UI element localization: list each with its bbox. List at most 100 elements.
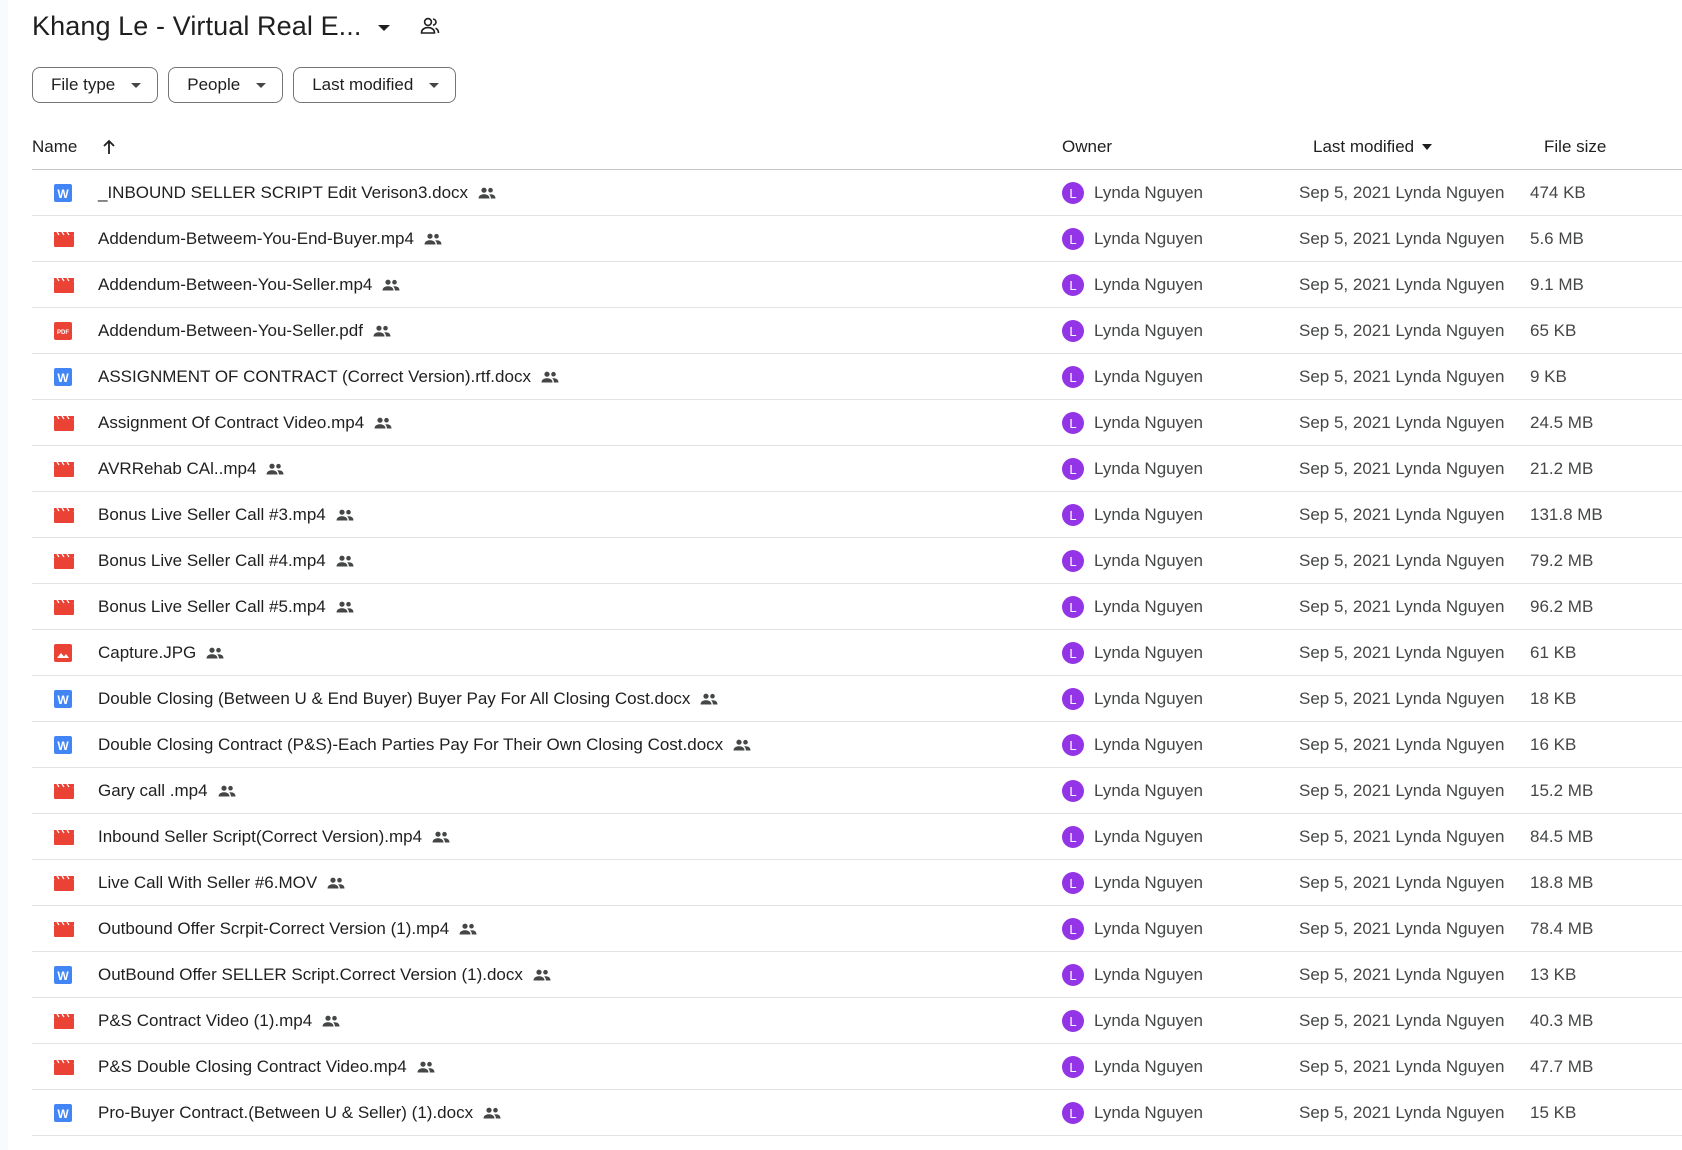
file-name[interactable]: Gary call .mp4: [98, 768, 236, 814]
file-owner: L Lynda Nguyen: [1062, 1044, 1203, 1090]
last-modified-filter-label: Last modified: [312, 75, 414, 94]
shared-folder-icon[interactable]: [420, 17, 440, 35]
file-row[interactable]: Gary call .mp4 L Lynda Nguyen Sep 5, 2021 L…: [32, 768, 1682, 814]
owner-name: Lynda Nguyen: [1094, 551, 1204, 570]
file-size: 15 KB: [1530, 1103, 1577, 1122]
file-row[interactable]: W _INBOUND SELLER SCRIPT Edit Verison3.do…: [32, 170, 1682, 216]
file-row[interactable]: W Double Closing (Between U & End Buyer) …: [32, 676, 1682, 722]
sort-dropdown-icon[interactable]: [1422, 144, 1433, 150]
file-row[interactable]: Bonus Live Seller Call #5.mp4 L Lynda Nguy…: [32, 584, 1682, 630]
file-row[interactable]: Capture.JPG L Lynda Nguyen Sep 5, 2021 Lynd…: [32, 630, 1682, 676]
file-last-modified: Sep 5, 2021 Lynda Nguyen: [1299, 827, 1505, 846]
file-name-text: _INBOUND SELLER SCRIPT Edit Verison3.doc…: [98, 183, 469, 202]
svg-text:W: W: [57, 693, 69, 707]
file-row[interactable]: W ASSIGNMENT OF CONTRACT (Correct Version…: [32, 354, 1682, 400]
file-name[interactable]: OutBound Offer SELLER Script.Correct Ver…: [98, 952, 551, 998]
folder-title[interactable]: Khang Le - Virtual Real E...: [32, 11, 362, 42]
file-last-modified: Sep 5, 2021 Lynda Nguyen: [1299, 183, 1505, 202]
file-name-text: Live Call With Seller #6.MOV: [98, 873, 318, 892]
file-row[interactable]: Live Call With Seller #6.MOV L Lynda Nguye…: [32, 860, 1682, 906]
shared-people-icon: [459, 923, 477, 935]
filter-bar: File type People Last modified: [32, 67, 457, 103]
column-header-owner[interactable]: Owner: [1062, 126, 1112, 168]
file-owner: L Lynda Nguyen: [1062, 446, 1203, 492]
column-last-modified-label: Last modified: [1313, 137, 1415, 156]
file-name[interactable]: Bonus Live Seller Call #5.mp4: [98, 584, 354, 630]
file-row[interactable]: Outbound Offer Scrpit-Correct Version (1…: [32, 906, 1682, 952]
column-header-last-modified[interactable]: Last modified: [1313, 126, 1433, 168]
sort-ascending-icon[interactable]: [101, 138, 117, 156]
file-name[interactable]: Inbound Seller Script(Correct Version).m…: [98, 814, 450, 860]
column-header-file-size[interactable]: File size: [1544, 126, 1606, 168]
folder-menu-dropdown-icon[interactable]: [377, 24, 390, 31]
file-row[interactable]: Addendum-Between-You-Seller.mp4 L Lynda Ng…: [32, 262, 1682, 308]
file-name[interactable]: Capture.JPG: [98, 630, 224, 676]
file-name[interactable]: P&S Double Closing Contract Video.mp4: [98, 1044, 435, 1090]
file-row[interactable]: Addendum-Betweem-You-End-Buyer.mp4 L Lynda…: [32, 216, 1682, 262]
file-name[interactable]: Double Closing Contract (P&S)-Each Parti…: [98, 722, 751, 768]
file-owner: L Lynda Nguyen: [1062, 584, 1203, 630]
video-file-icon: [54, 492, 74, 538]
column-header-name[interactable]: Name: [32, 126, 117, 168]
file-name[interactable]: ASSIGNMENT OF CONTRACT (Correct Version)…: [98, 354, 559, 400]
owner-name: Lynda Nguyen: [1094, 229, 1204, 248]
shared-people-icon: [733, 739, 751, 751]
file-row[interactable]: W Double Closing Contract (P&S)-Each Part…: [32, 722, 1682, 768]
owner-avatar: L: [1062, 274, 1084, 296]
people-filter[interactable]: People: [168, 67, 284, 103]
file-name[interactable]: Outbound Offer Scrpit-Correct Version (1…: [98, 906, 477, 952]
owner-name: Lynda Nguyen: [1094, 735, 1204, 754]
file-name[interactable]: AVRRehab CAl..mp4: [98, 446, 284, 492]
file-size: 78.4 MB: [1530, 919, 1594, 938]
file-name-text: OutBound Offer SELLER Script.Correct Ver…: [98, 965, 523, 984]
file-row[interactable]: P&S Contract Video (1).mp4 L Lynda Nguyen S…: [32, 998, 1682, 1044]
shared-people-icon: [432, 831, 450, 843]
file-type-filter[interactable]: File type: [32, 67, 159, 103]
file-name[interactable]: Addendum-Betweem-You-End-Buyer.mp4: [98, 216, 442, 262]
last-modified-filter[interactable]: Last modified: [293, 67, 457, 103]
file-name[interactable]: _INBOUND SELLER SCRIPT Edit Verison3.doc…: [98, 170, 496, 216]
owner-avatar: L: [1062, 182, 1084, 204]
file-last-modified: Sep 5, 2021 Lynda Nguyen: [1299, 1103, 1505, 1122]
file-name[interactable]: Double Closing (Between U & End Buyer) B…: [98, 676, 718, 722]
video-file-icon: [54, 814, 74, 860]
file-name[interactable]: Addendum-Between-You-Seller.pdf: [98, 308, 391, 354]
shared-people-icon: [541, 371, 559, 383]
file-row[interactable]: W Pro-Buyer Contract.(Between U & Seller)…: [32, 1090, 1682, 1136]
owner-name: Lynda Nguyen: [1094, 1057, 1204, 1076]
shared-people-icon: [424, 233, 442, 245]
column-name-label: Name: [32, 137, 78, 156]
file-name-text: P&S Contract Video (1).mp4: [98, 1011, 313, 1030]
file-row[interactable]: Assignment Of Contract Video.mp4 L Lynda N…: [32, 400, 1682, 446]
file-last-modified: Sep 5, 2021 Lynda Nguyen: [1299, 413, 1505, 432]
file-name[interactable]: P&S Contract Video (1).mp4: [98, 998, 340, 1044]
owner-avatar: L: [1062, 964, 1084, 986]
file-row[interactable]: AVRRehab CAl..mp4 L Lynda Nguyen Sep 5, 202…: [32, 446, 1682, 492]
file-name[interactable]: Addendum-Between-You-Seller.mp4: [98, 262, 400, 308]
file-name[interactable]: Live Call With Seller #6.MOV: [98, 860, 345, 906]
svg-text:PDF: PDF: [57, 330, 69, 336]
file-name-text: Inbound Seller Script(Correct Version).m…: [98, 827, 423, 846]
file-size: 5.6 MB: [1530, 229, 1584, 248]
owner-name: Lynda Nguyen: [1094, 965, 1204, 984]
owner-avatar: L: [1062, 1056, 1084, 1078]
file-row[interactable]: W OutBound Offer SELLER Script.Correct Ve…: [32, 952, 1682, 998]
file-owner: L Lynda Nguyen: [1062, 814, 1203, 860]
shared-people-icon: [218, 785, 236, 797]
file-name[interactable]: Bonus Live Seller Call #3.mp4: [98, 492, 354, 538]
file-row[interactable]: P&S Double Closing Contract Video.mp4 L Ly…: [32, 1044, 1682, 1090]
file-row[interactable]: Inbound Seller Script(Correct Version).m…: [32, 814, 1682, 860]
file-row[interactable]: Bonus Live Seller Call #3.mp4 L Lynda Nguy…: [32, 492, 1682, 538]
file-last-modified: Sep 5, 2021 Lynda Nguyen: [1299, 505, 1505, 524]
file-row[interactable]: Bonus Live Seller Call #4.mp4 L Lynda Nguy…: [32, 538, 1682, 584]
folder-header: Khang Le - Virtual Real E...: [32, 6, 440, 46]
image-file-icon: [54, 630, 74, 676]
owner-name: Lynda Nguyen: [1094, 275, 1204, 294]
file-name[interactable]: Assignment Of Contract Video.mp4: [98, 400, 392, 446]
file-row[interactable]: PDF Addendum-Between-You-Seller.pdf L Lynda…: [32, 308, 1682, 354]
shared-people-icon: [327, 877, 345, 889]
chevron-down-icon: [131, 82, 142, 88]
video-file-icon: [54, 768, 74, 814]
file-name[interactable]: Bonus Live Seller Call #4.mp4: [98, 538, 354, 584]
file-name[interactable]: Pro-Buyer Contract.(Between U & Seller) …: [98, 1090, 501, 1136]
